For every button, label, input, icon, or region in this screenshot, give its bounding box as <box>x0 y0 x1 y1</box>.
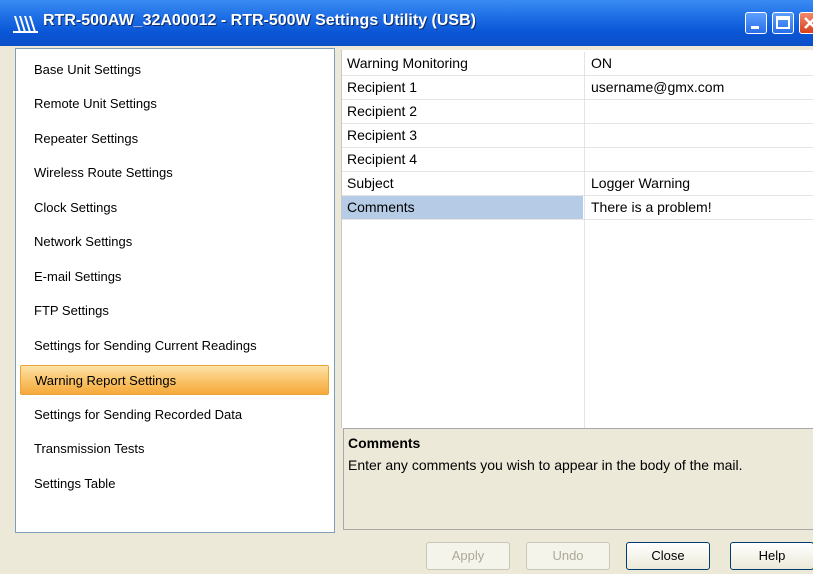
property-name: Recipient 4 <box>347 151 418 167</box>
nav-item-wireless-route-settings[interactable]: Wireless Route Settings <box>20 158 329 188</box>
close-window-button[interactable] <box>799 12 813 34</box>
nav-item-network-settings[interactable]: Network Settings <box>20 227 329 257</box>
property-value[interactable] <box>584 100 813 123</box>
property-value[interactable] <box>584 148 813 171</box>
property-row-recipient-2[interactable]: Recipient 2 <box>342 100 813 124</box>
nav-item-email-settings[interactable]: E-mail Settings <box>20 262 329 292</box>
property-row-recipient-4[interactable]: Recipient 4 <box>342 148 813 172</box>
nav-item-base-unit-settings[interactable]: Base Unit Settings <box>20 55 329 85</box>
maximize-button[interactable] <box>772 12 794 34</box>
help-title: Comments <box>348 435 421 451</box>
help-description: Enter any comments you wish to appear in… <box>348 457 743 473</box>
property-name: Warning Monitoring <box>347 55 468 71</box>
window-title: RTR-500AW_32A00012 - RTR-500W Settings U… <box>43 12 476 29</box>
property-value[interactable]: There is a problem! <box>584 196 813 219</box>
apply-button[interactable]: Apply <box>426 542 510 570</box>
app-logo-icon <box>13 14 39 34</box>
property-name: Recipient 1 <box>347 79 418 95</box>
property-row-recipient-3[interactable]: Recipient 3 <box>342 124 813 148</box>
nav-item-clock-settings[interactable]: Clock Settings <box>20 193 329 223</box>
property-value[interactable]: username@gmx.com <box>584 76 813 99</box>
nav-item-transmission-tests[interactable]: Transmission Tests <box>20 434 329 464</box>
property-grid: Warning Monitoring ON Recipient 1 userna… <box>341 50 813 428</box>
nav-item-ftp-settings[interactable]: FTP Settings <box>20 296 329 326</box>
property-row-comments[interactable]: Comments There is a problem! <box>342 196 813 220</box>
help-panel: Comments Enter any comments you wish to … <box>343 428 813 530</box>
minimize-button[interactable] <box>745 12 767 34</box>
property-name: Comments <box>342 196 583 219</box>
nav-item-warning-report-settings[interactable]: Warning Report Settings <box>20 365 329 395</box>
nav-item-recorded-data-settings[interactable]: Settings for Sending Recorded Data <box>20 400 329 430</box>
settings-navigation: Base Unit Settings Remote Unit Settings … <box>15 48 335 533</box>
minimize-icon <box>751 26 759 29</box>
property-row-recipient-1[interactable]: Recipient 1 username@gmx.com <box>342 76 813 100</box>
title-bar[interactable]: RTR-500AW_32A00012 - RTR-500W Settings U… <box>0 0 813 46</box>
nav-item-settings-table[interactable]: Settings Table <box>20 469 329 499</box>
property-name: Subject <box>347 175 394 191</box>
property-value[interactable] <box>584 124 813 147</box>
property-row-subject[interactable]: Subject Logger Warning <box>342 172 813 196</box>
maximize-icon <box>776 16 790 29</box>
nav-item-repeater-settings[interactable]: Repeater Settings <box>20 124 329 154</box>
column-divider <box>584 218 585 428</box>
nav-item-remote-unit-settings[interactable]: Remote Unit Settings <box>20 89 329 119</box>
help-button[interactable]: Help <box>730 542 813 570</box>
undo-button[interactable]: Undo <box>526 542 610 570</box>
nav-item-current-readings-settings[interactable]: Settings for Sending Current Readings <box>20 331 329 361</box>
property-value[interactable]: Logger Warning <box>584 172 813 195</box>
close-button[interactable]: Close <box>626 542 710 570</box>
settings-window: RTR-500AW_32A00012 - RTR-500W Settings U… <box>0 0 813 574</box>
property-value[interactable]: ON <box>584 52 813 75</box>
property-row-warning-monitoring[interactable]: Warning Monitoring ON <box>342 52 813 76</box>
property-name: Recipient 3 <box>347 127 418 143</box>
property-name: Recipient 2 <box>347 103 418 119</box>
close-icon <box>804 17 813 29</box>
